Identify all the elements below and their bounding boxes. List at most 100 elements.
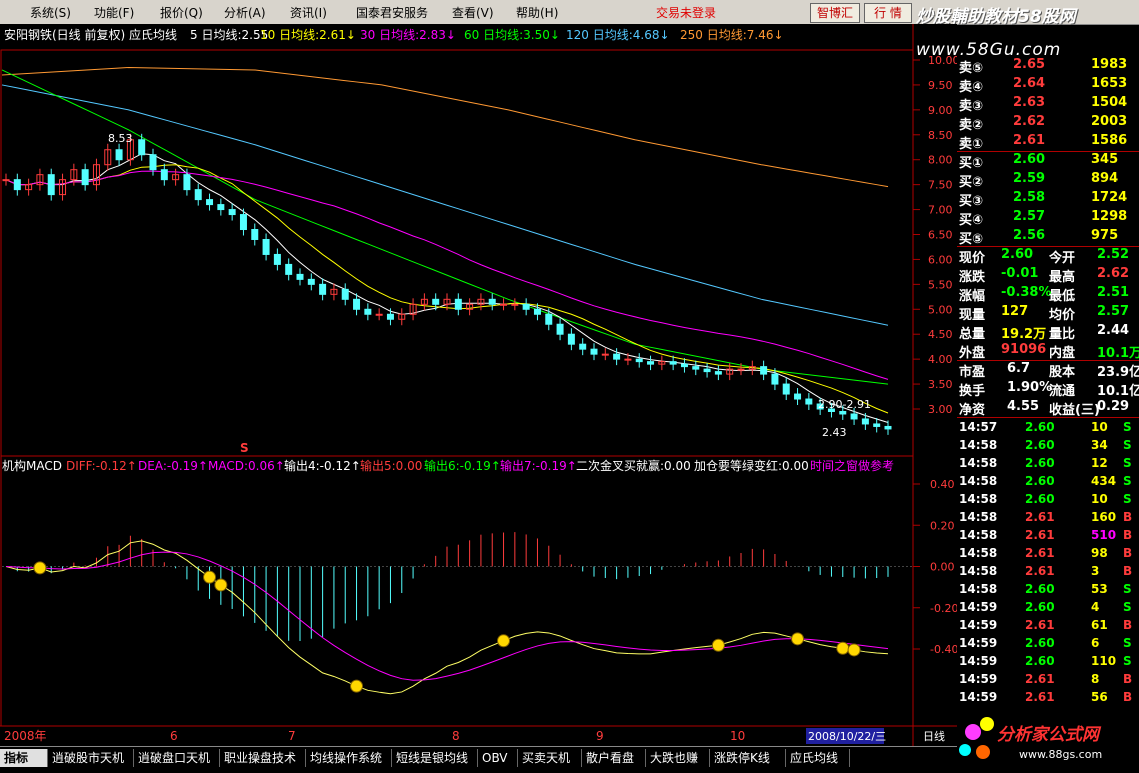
stat-label: 今开 [1049,251,1076,266]
tab-11[interactable]: 应氏均线 [786,749,850,767]
ma60-label: 60 日均线:3.50↓ [464,28,560,42]
zhibohui-button[interactable]: 智博汇 [810,3,860,23]
quote-panel: 卖⑤ 2.65 1983 卖④ 2.64 1653 卖③ 2.63 1504 卖② 2.62 2003… [957,56,1139,746]
stat-row: 外盘 91096 内盘 10.1万 [957,341,1139,361]
kline-chart[interactable]: 10.009.509.008.508.007.507.006.506.005.5… [0,24,960,746]
tick-volume: 110 [1091,654,1117,668]
tick-side: S [1123,654,1132,668]
tick-price: 2.60 [1025,636,1055,650]
stock-title: 安阳钢铁(日线 前复权) 应氏均线 [4,27,177,42]
price-axis-label: 9.50 [928,79,953,92]
candle-body [635,358,643,363]
candle-body [601,353,609,356]
tick-row: 14:59 2.61 8 B [957,671,1139,689]
tab-8[interactable]: 散户看盘 [582,749,646,767]
tab-4[interactable]: 均线操作系统 [306,749,392,767]
tick-price: 2.60 [1025,456,1055,470]
smiley-icon [214,578,228,592]
bid-price: 2.59 [1013,171,1046,186]
candle-body [228,209,236,216]
high-annotation: 8.53 [108,132,133,145]
smiley-icon [836,641,850,655]
macd-axis-label: 0.20 [930,519,955,532]
price-axis-label: 5.50 [928,278,953,291]
tick-time: 14:58 [959,510,998,524]
tab-7[interactable]: 买卖天机 [518,749,582,767]
tick-volume: 160 [1091,510,1117,524]
smiley-icon [203,570,217,584]
chart-area[interactable]: 10.00 9.50 9.00 8.50 8.00 7.50 7.00 6.50 6.00 5.5… [0,24,960,746]
tick-side: B [1123,690,1133,704]
stat-value: 19.2万 [1001,327,1047,342]
bid-volume: 1298 [1091,209,1128,224]
price-axis-label: 6.00 [928,253,953,266]
menu-view[interactable]: 查看(V) [452,4,494,21]
hangqing-button[interactable]: 行 情 [864,3,912,23]
tick-row: 14:58 2.61 98 B [957,545,1139,563]
price-axis-label: 7.50 [928,179,953,192]
tab-3[interactable]: 职业操盘技术 [220,749,306,767]
candle-body [488,298,496,305]
tick-time: 14:59 [959,618,998,632]
candle-body [353,298,361,310]
candle-body [115,149,123,161]
tab-5[interactable]: 短线是银均线 [392,749,478,767]
bid-label: 买⑤ [959,232,984,247]
tick-side: B [1123,510,1133,524]
tick-time: 14:58 [959,528,998,542]
stat-value: 2.57 [1097,304,1130,319]
tick-row: 14:58 2.60 53 S [957,581,1139,599]
menu-help[interactable]: 帮助(H) [516,4,558,21]
menu-quote[interactable]: 报价(Q) [160,4,203,21]
tick-time: 14:59 [959,672,998,686]
candle-body [567,333,575,345]
macd-cross: 二次金叉买就赢:0.00 [576,458,691,473]
candle-body [13,179,21,191]
menu-function[interactable]: 功能(F) [94,4,134,21]
menu-gtja-service[interactable]: 国泰君安服务 [356,4,428,21]
tab-6[interactable]: OBV [478,749,518,767]
candle-body [285,263,293,275]
tick-side: S [1123,438,1132,452]
fundamental-label: 股本 [1049,365,1076,380]
macd-axis-label: 0.40 [930,478,955,491]
bid-volume: 894 [1091,171,1119,186]
menu-system[interactable]: 系统(S) [30,4,71,21]
fundamental-value: 10.1亿 [1097,384,1139,399]
ask-volume: 1504 [1091,95,1128,110]
candle-body [647,361,655,365]
ma30-label: 30 日均线:2.83↓ [360,28,456,42]
candle-body [386,313,394,320]
ma5-label: 5 日均线:2.55 [190,28,268,42]
candle-body [206,199,214,206]
tick-row: 14:58 2.60 12 S [957,455,1139,473]
stat-row: 涨跌 -0.01 最高 2.62 [957,265,1139,285]
tab-2[interactable]: 逍破盘口天机 [134,749,220,767]
candle-body [703,368,711,373]
tab-9[interactable]: 大跌也赚 [646,749,710,767]
menu-analysis[interactable]: 分析(A) [224,4,266,21]
bid-price: 2.57 [1013,209,1046,224]
tick-price: 2.61 [1025,564,1055,578]
tick-side: S [1123,636,1132,650]
tab-10[interactable]: 涨跌停K线 [710,749,786,767]
tick-volume: 56 [1091,690,1108,704]
tab-0[interactable]: 指标 [0,749,48,767]
tick-row: 14:58 2.60 10 S [957,491,1139,509]
ask-price: 2.62 [1013,114,1046,129]
macd-out4: 输出4:-0.12↑ [284,458,361,473]
tick-side: S [1123,456,1132,470]
candle-body [760,366,768,375]
tick-volume: 53 [1091,582,1108,596]
tick-price: 2.60 [1025,438,1055,452]
tab-1[interactable]: 逍破股市天机 [48,749,134,767]
ask-row: 卖① 2.61 1586 [957,132,1139,152]
trade-status[interactable]: 交易未登录 [656,4,716,21]
smiley-icon [847,643,861,657]
tick-side: B [1123,546,1133,560]
tick-side: B [1123,618,1133,632]
fundamental-label: 收益(三) [1049,403,1100,418]
candle-body [613,353,621,360]
tick-price: 2.61 [1025,672,1055,686]
menu-info[interactable]: 资讯(I) [290,4,327,21]
